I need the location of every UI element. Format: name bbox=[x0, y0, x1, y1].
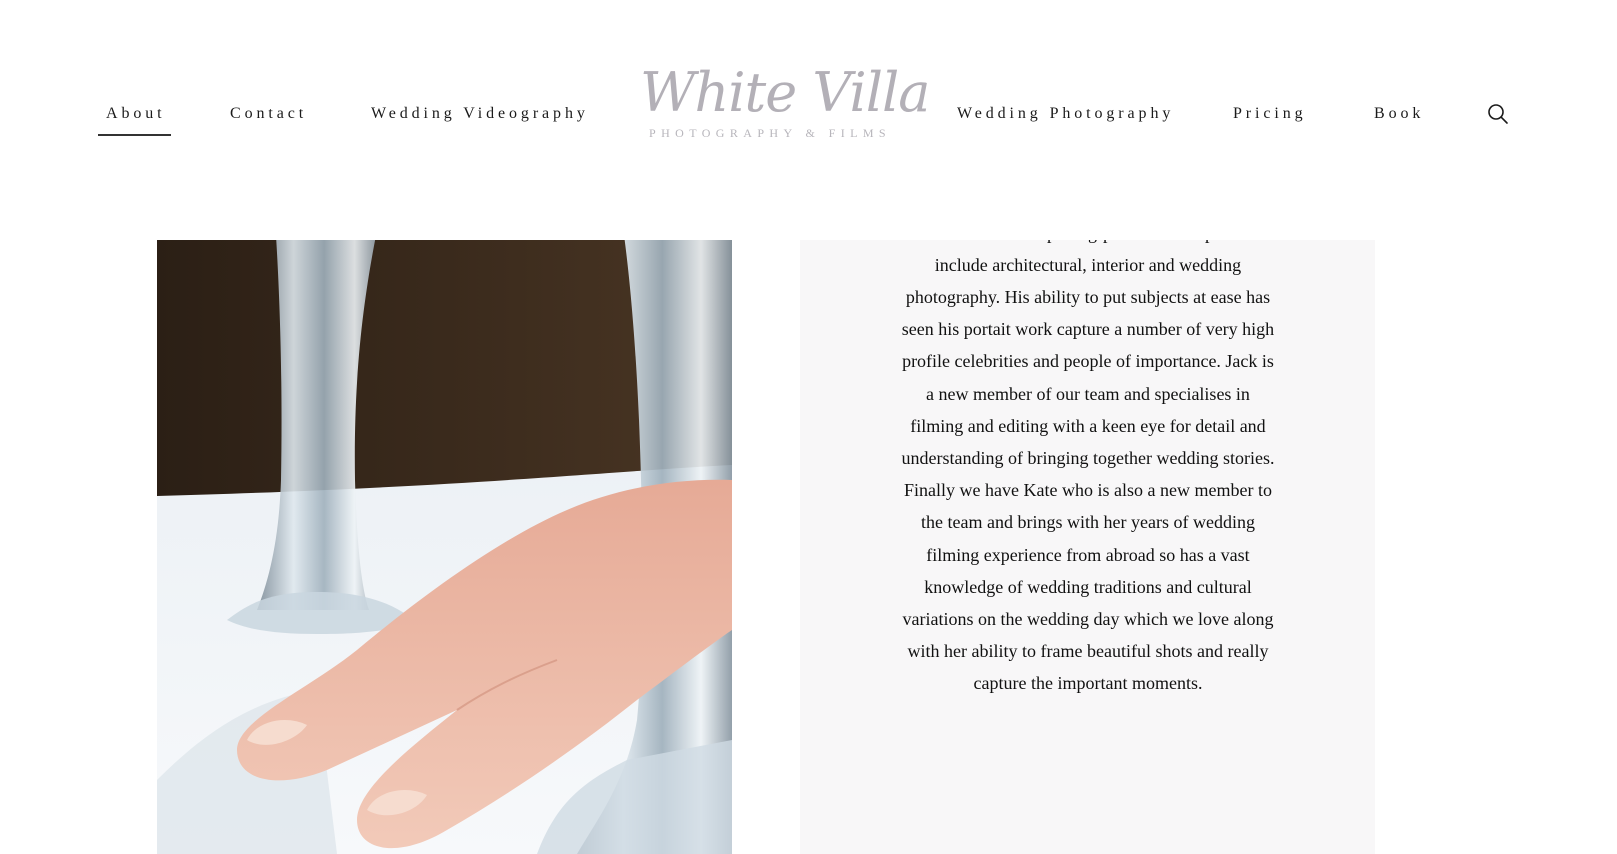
site-logo[interactable]: White Villa PHOTOGRAPHY & FILMS bbox=[640, 60, 930, 160]
search-icon bbox=[1486, 102, 1510, 126]
search-button[interactable] bbox=[1486, 102, 1510, 126]
about-text-panel: with many, many years of wedding photogr… bbox=[800, 200, 1375, 854]
wedding-glasses-photo bbox=[157, 220, 732, 854]
nav-pricing[interactable]: Pricing bbox=[1233, 104, 1307, 124]
nav-wedding-photography[interactable]: Wedding Photography bbox=[957, 104, 1174, 124]
nav-wedding-videography[interactable]: Wedding Videography bbox=[371, 104, 589, 124]
nav-active-underline bbox=[98, 134, 171, 136]
nav-about[interactable]: About bbox=[106, 104, 166, 124]
nav-contact[interactable]: Contact bbox=[230, 104, 307, 124]
logo-wordmark: White Villa bbox=[640, 61, 930, 124]
page: with many, many years of wedding photogr… bbox=[0, 0, 1617, 854]
site-header: About Contact Wedding Videography White … bbox=[0, 0, 1617, 240]
nav-book[interactable]: Book bbox=[1374, 104, 1424, 124]
logo-tagline: PHOTOGRAPHY & FILMS bbox=[649, 126, 891, 140]
about-paragraph: with many, many years of wedding photogr… bbox=[901, 200, 1275, 694]
